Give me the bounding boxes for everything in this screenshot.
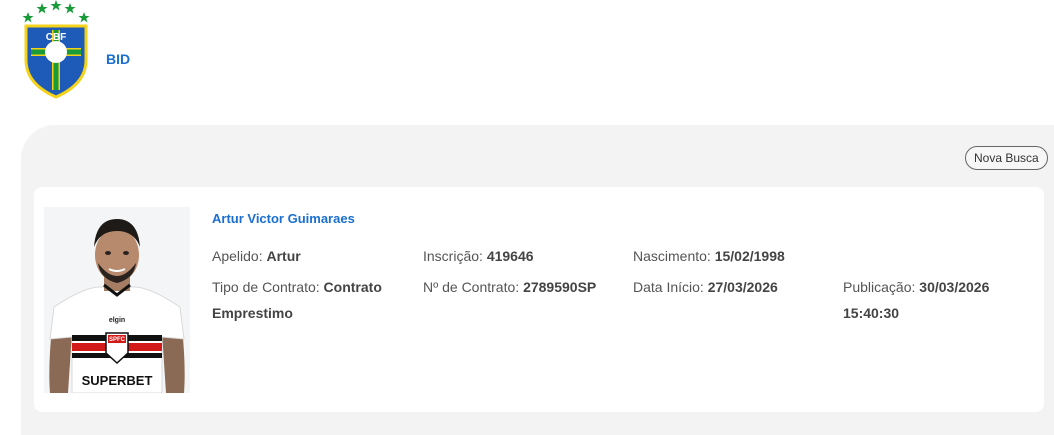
inscricao-label: Inscrição:	[423, 248, 483, 264]
shirt-sponsor-text: SUPERBET	[82, 373, 153, 388]
nascimento-label: Nascimento:	[633, 248, 711, 264]
apelido-value: Artur	[266, 248, 301, 264]
data-inicio-field: Data Início: 27/03/2026	[633, 274, 778, 300]
shirt-club-text: SPFC	[109, 337, 126, 343]
publicacao-time: 15:40:30	[843, 305, 900, 321]
shirt-sponsor-top-text: elgin	[109, 317, 125, 324]
player-name: Artur Victor Guimaraes	[212, 211, 355, 226]
tipo-contrato-field: Tipo de Contrato: Contrato Emprestimo	[212, 274, 412, 326]
inscricao-value: 419646	[486, 248, 534, 264]
nascimento-value: 15/02/1998	[714, 248, 785, 264]
apelido-label: Apelido:	[212, 248, 263, 264]
publicacao-field: Publicação: 30/03/2026 15:40:30	[843, 274, 1033, 326]
stars-icon	[22, 0, 90, 23]
num-contrato-field: Nº de Contrato: 2789590SP	[423, 274, 596, 300]
logo-text: CBF	[46, 32, 67, 43]
data-inicio-label: Data Início:	[633, 279, 704, 295]
tipo-contrato-label: Tipo de Contrato:	[212, 279, 320, 295]
publicacao-date: 30/03/2026	[919, 279, 990, 295]
num-contrato-value: 2789590SP	[523, 279, 597, 295]
tipo-contrato-value-line1: Contrato	[323, 279, 382, 295]
tipo-contrato-value-line2: Emprestimo	[212, 305, 293, 321]
apelido-field: Apelido: Artur	[212, 243, 301, 269]
publicacao-label: Publicação:	[843, 279, 916, 295]
data-inicio-value: 27/03/2026	[707, 279, 778, 295]
nova-busca-button[interactable]: Nova Busca	[965, 146, 1048, 170]
nascimento-field: Nascimento: 15/02/1998	[633, 243, 785, 269]
brand-label: BID	[106, 51, 131, 67]
player-photo: SPFC elgin SUPERBET	[44, 207, 190, 393]
num-contrato-label: Nº de Contrato:	[423, 279, 520, 295]
inscricao-field: Inscrição: 419646	[423, 243, 534, 269]
cbf-logo: CBF	[22, 0, 90, 99]
